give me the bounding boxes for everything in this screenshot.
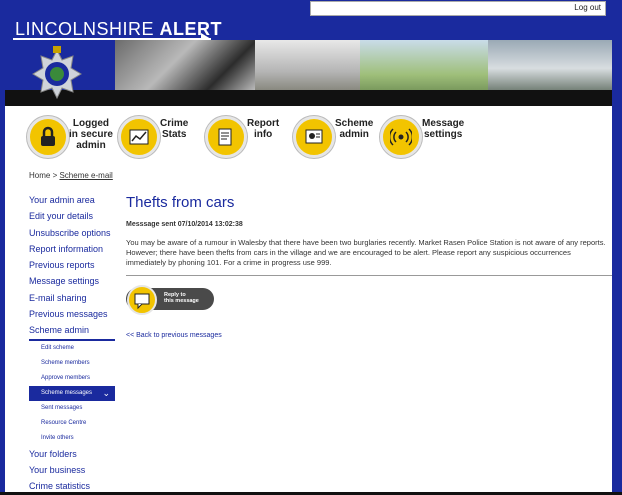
sidebar-sub-edit-scheme[interactable]: Edit scheme <box>29 341 115 356</box>
scheme-admin-label: Scheme admin <box>335 118 374 140</box>
logout-bar: Log out <box>310 1 606 16</box>
message-sent-date: Messsage sent 07/10/2014 13:02:38 <box>126 221 243 228</box>
sidebar-sub-sent-messages[interactable]: Sent messages <box>29 401 115 416</box>
header-strip <box>5 90 612 106</box>
report-info-label: Report info <box>247 118 280 140</box>
padlock-icon <box>27 116 69 158</box>
brand-bold: ALERT <box>159 19 223 39</box>
breadcrumb: Home > Scheme e-mail <box>29 171 113 180</box>
stats-icon <box>118 116 160 158</box>
police-badge-icon <box>32 46 82 100</box>
crime-stats-link[interactable]: Crime Stats <box>118 114 198 160</box>
sidebar-item-email-sharing[interactable]: E-mail sharing <box>29 290 115 306</box>
breadcrumb-home[interactable]: Home <box>29 171 50 180</box>
sidebar-item-crime-statistics[interactable]: Crime statistics <box>29 478 115 493</box>
sidebar-sub-scheme-messages[interactable]: Scheme messages ⌄ <box>29 385 115 401</box>
page-frame: LINCOLNSHIRE ALERT Logged in secure admi… <box>5 16 612 493</box>
sidebar-sub-approve-members[interactable]: Approve members <box>29 371 115 386</box>
message-settings-label: Message settings <box>422 118 465 140</box>
message-settings-link[interactable]: Message settings <box>380 114 470 160</box>
breadcrumb-current[interactable]: Scheme e-mail <box>59 171 112 180</box>
sidebar-sub-scheme-messages-label: Scheme messages <box>41 389 93 396</box>
sidebar-item-your-folders[interactable]: Your folders <box>29 446 115 462</box>
admin-icon <box>293 116 335 158</box>
scheme-admin-link[interactable]: Scheme admin <box>293 114 373 160</box>
sidebar-item-previous-messages[interactable]: Previous messages <box>29 306 115 322</box>
page-title: Thefts from cars <box>126 194 235 211</box>
sidebar-item-unsubscribe[interactable]: Unsubscribe options <box>29 225 115 241</box>
sidebar-item-previous-reports[interactable]: Previous reports <box>29 257 115 273</box>
divider <box>126 275 612 276</box>
logout-link[interactable]: Log out <box>574 3 601 12</box>
sidebar-item-scheme-admin[interactable]: Scheme admin <box>29 322 115 341</box>
quick-links: Logged in secure admin Crime Stats Repor… <box>5 106 612 168</box>
sidebar-item-report-information[interactable]: Report information <box>29 241 115 257</box>
logged-in-label: Logged in secure admin <box>69 118 113 151</box>
brand-plain: LINCOLNSHIRE <box>15 19 160 39</box>
sidebar-item-edit-details[interactable]: Edit your details <box>29 208 115 224</box>
sidebar-item-message-settings[interactable]: Message settings <box>29 273 115 289</box>
site-logo-text[interactable]: LINCOLNSHIRE ALERT <box>15 19 222 40</box>
back-to-messages-link[interactable]: << Back to previous messages <box>126 332 222 339</box>
message-body: You may be aware of a rumour in Walesby … <box>126 238 606 267</box>
crime-stats-label: Crime Stats <box>160 118 189 140</box>
sidebar-item-your-business[interactable]: Your business <box>29 462 115 478</box>
sidebar-sub-resource-centre[interactable]: Resource Centre <box>29 416 115 431</box>
sidebar-sub-scheme-members[interactable]: Scheme members <box>29 356 115 371</box>
reply-button[interactable]: Reply to this message <box>126 285 214 315</box>
chevron-down-icon: ⌄ <box>102 387 110 398</box>
sidebar-item-admin-area[interactable]: Your admin area <box>29 192 115 208</box>
sidebar-sub-invite-others[interactable]: Invite others <box>29 431 115 446</box>
reply-button-label: Reply to this message <box>164 292 199 304</box>
reply-icon <box>127 285 157 315</box>
site-header: LINCOLNSHIRE ALERT <box>5 16 612 106</box>
broadcast-icon <box>380 116 422 158</box>
logged-in-link[interactable]: Logged in secure admin <box>27 114 113 160</box>
report-icon <box>205 116 247 158</box>
report-info-link[interactable]: Report info <box>205 114 285 160</box>
sidebar-nav: Your admin area Edit your details Unsubs… <box>29 192 115 493</box>
